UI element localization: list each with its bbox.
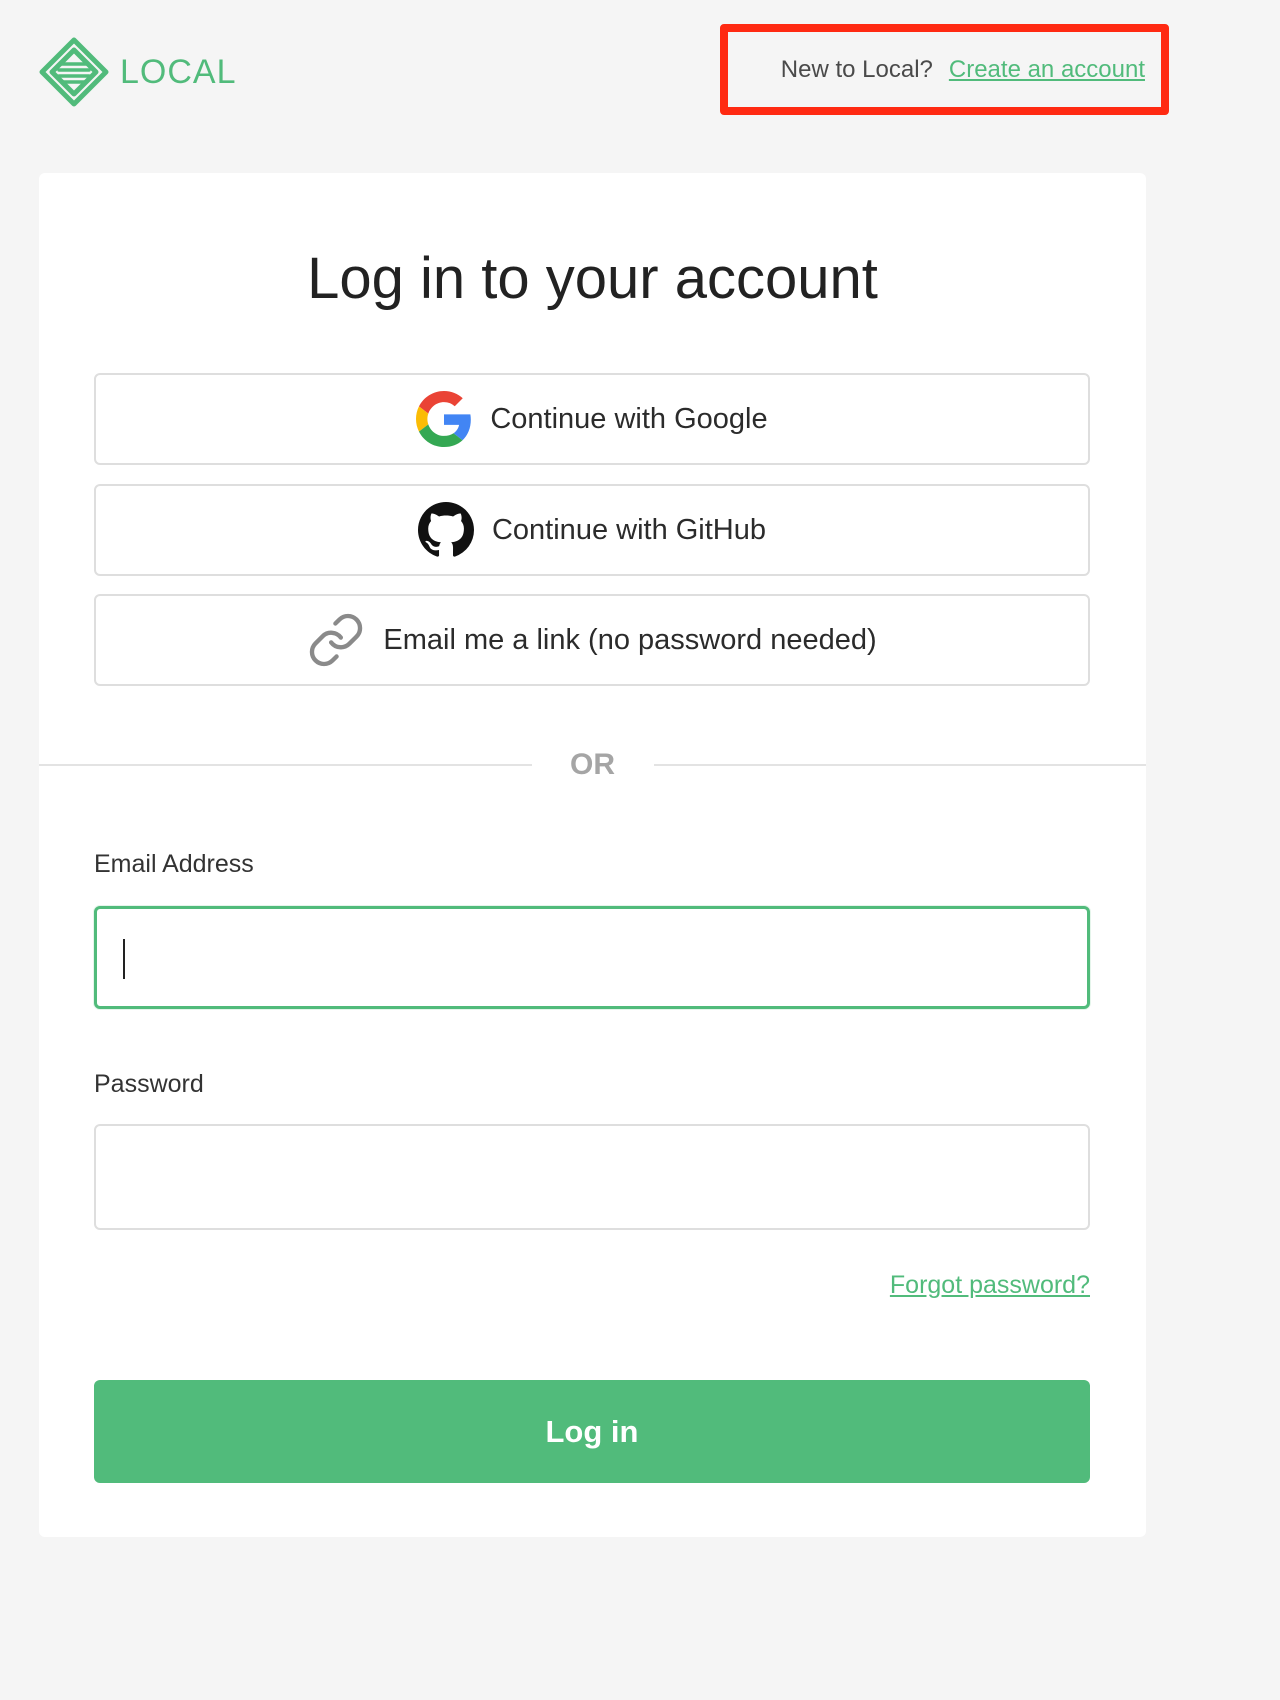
password-label: Password (94, 1070, 204, 1098)
divider-line-left (39, 764, 532, 766)
login-page: LOCAL New to Local? Create an account Lo… (0, 0, 1181, 1568)
signup-prompt-box: New to Local? Create an account (720, 24, 1169, 115)
email-link-button-label: Email me a link (no password needed) (383, 623, 877, 656)
password-field[interactable] (94, 1124, 1090, 1230)
text-caret (123, 939, 125, 979)
divider-text: OR (570, 748, 615, 781)
email-me-a-link-button[interactable]: Email me a link (no password needed) (94, 594, 1090, 686)
logo-text: LOCAL (120, 52, 237, 91)
link-icon (310, 613, 363, 667)
continue-with-google-button[interactable]: Continue with Google (94, 373, 1090, 465)
or-divider: OR (39, 748, 1146, 782)
email-label: Email Address (94, 850, 254, 878)
create-account-link[interactable]: Create an account (949, 56, 1145, 84)
signup-prompt-text: New to Local? (780, 55, 933, 83)
forgot-password-link[interactable]: Forgot password? (890, 1271, 1090, 1300)
github-button-label: Continue with GitHub (491, 513, 767, 546)
local-logo[interactable]: LOCAL (38, 36, 237, 108)
local-logo-icon (39, 37, 109, 107)
github-icon (417, 502, 474, 557)
google-icon (416, 391, 472, 447)
email-field[interactable] (94, 906, 1090, 1009)
login-card: Log in to your account Continue with Goo… (39, 173, 1146, 1537)
login-button[interactable]: Log in (94, 1380, 1090, 1483)
google-button-label: Continue with Google (490, 402, 768, 435)
divider-line-right (653, 764, 1146, 766)
continue-with-github-button[interactable]: Continue with GitHub (94, 484, 1090, 576)
page-title: Log in to your account (307, 246, 878, 311)
